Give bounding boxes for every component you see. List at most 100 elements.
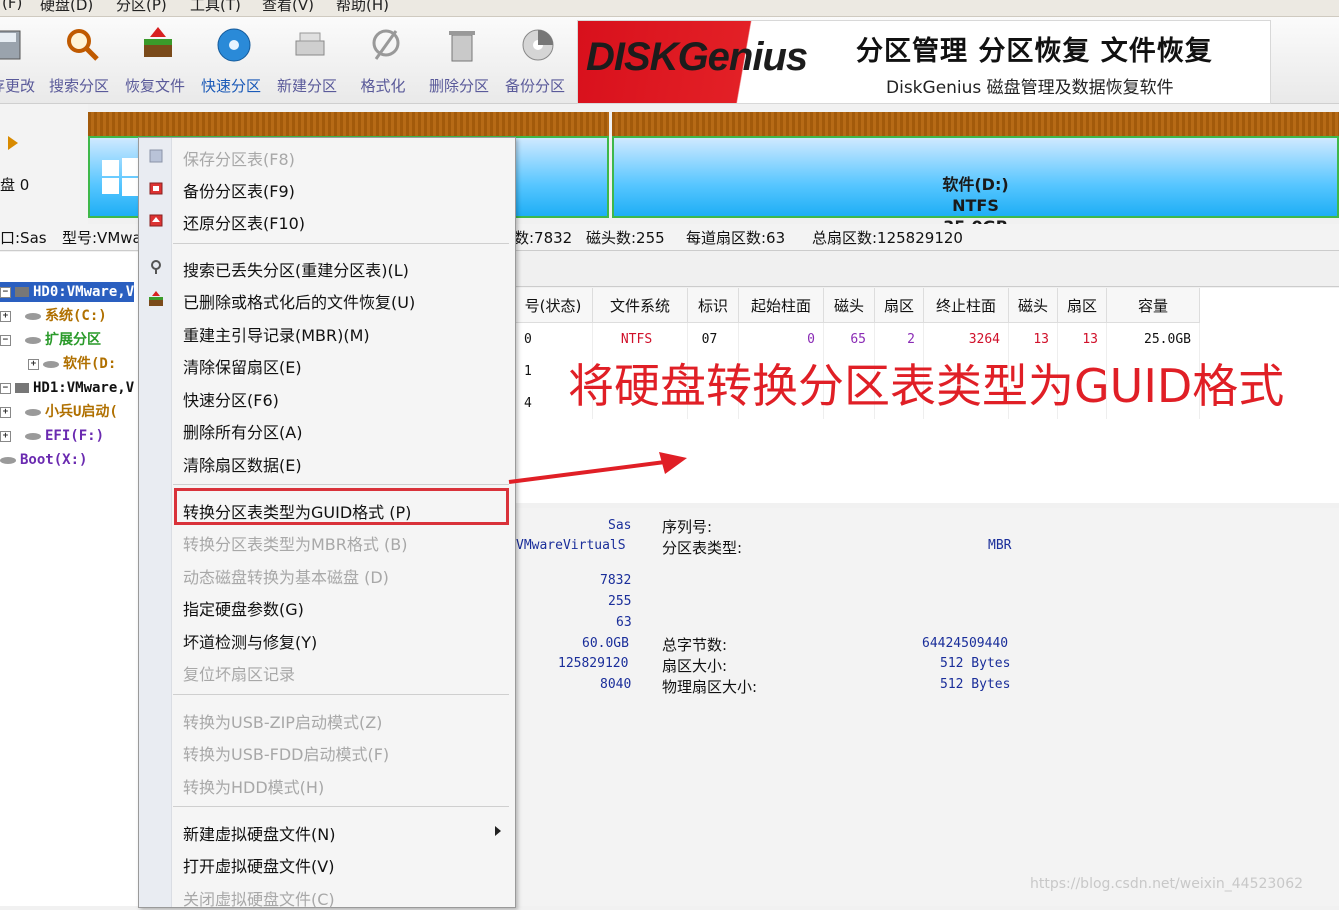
- menu-separator: [173, 694, 509, 695]
- menu-item-new-virtual-disk[interactable]: 新建虚拟硬盘文件(N): [183, 821, 335, 845]
- menu-item-specify-disk-params[interactable]: 指定硬盘参数(G): [183, 596, 304, 620]
- menu-item-rebuild-mbr[interactable]: 重建主引导记录(MBR)(M): [183, 322, 370, 346]
- menu-item-clear-reserved-sectors[interactable]: 清除保留扇区(E): [183, 354, 302, 378]
- save-changes-button[interactable]: 保存更改: [0, 17, 40, 103]
- expand-icon[interactable]: +: [28, 358, 39, 370]
- menu-item-reset-bad-sectors[interactable]: 复位坏扇区记录: [183, 661, 295, 685]
- tree-item-label: EFI(F:): [45, 428, 105, 444]
- tree-item-label: Boot(X:): [20, 452, 88, 468]
- menu-file[interactable]: (F): [2, 0, 22, 12]
- partition-icon: [0, 456, 16, 464]
- col-header[interactable]: 文件系统: [592, 288, 688, 323]
- tree-item-xiaobing[interactable]: + 小兵U启动(: [0, 402, 118, 422]
- tree-item-label: 小兵U启动(: [45, 404, 118, 420]
- menu-item-usb-fdd-mode[interactable]: 转换为USB-FDD启动模式(F): [183, 741, 389, 765]
- tab-strip: [514, 260, 1339, 287]
- cylinders-value: 7832: [600, 573, 632, 588]
- expand-icon[interactable]: +: [0, 406, 11, 418]
- menu-tools[interactable]: 工具(T): [190, 0, 241, 15]
- menu-item-bad-sector-check[interactable]: 坏道检测与修复(Y): [183, 629, 317, 653]
- new-partition-button[interactable]: 新建分区: [272, 17, 342, 103]
- col-header[interactable]: 标识: [687, 288, 739, 323]
- tree-item-extended[interactable]: − 扩展分区: [0, 330, 101, 350]
- menu-disk[interactable]: 硬盘(D): [40, 0, 93, 15]
- menu-item-quick-partition[interactable]: 快速分区(F6): [183, 387, 279, 411]
- backup-partition-button[interactable]: 备份分区: [500, 17, 570, 103]
- menu-item-dynamic-to-basic[interactable]: 动态磁盘转换为基本磁盘 (D): [183, 564, 389, 588]
- collapse-icon[interactable]: −: [0, 286, 11, 298]
- col-header[interactable]: 号(状态): [514, 288, 593, 323]
- menu-item-recover-deleted-files[interactable]: 已删除或格式化后的文件恢复(U): [183, 289, 415, 313]
- search-partition-label: 搜索分区: [48, 77, 109, 95]
- new-partition-icon: [295, 32, 325, 56]
- menu-item-hdd-mode[interactable]: 转换为HDD模式(H): [183, 774, 324, 798]
- collapse-icon[interactable]: −: [0, 334, 11, 346]
- menu-item-open-virtual-disk[interactable]: 打开虚拟硬盘文件(V): [183, 853, 334, 877]
- format-label: 格式化: [360, 77, 406, 95]
- menu-item-close-virtual-disk[interactable]: 关闭虚拟硬盘文件(C): [183, 886, 335, 910]
- heads-value: 255: [608, 594, 632, 609]
- physical-sector-size-label: 物理扇区大小:: [662, 678, 758, 696]
- col-header[interactable]: 磁头: [823, 288, 875, 323]
- menu-item-save-table[interactable]: 保存分区表(F8): [183, 146, 295, 170]
- format-button[interactable]: 格式化: [348, 17, 418, 103]
- new-partition-label: 新建分区: [276, 77, 337, 95]
- quick-partition-icon: [217, 28, 251, 62]
- sector-size-value: 512 Bytes: [940, 656, 1011, 671]
- menu-help[interactable]: 帮助(H): [336, 0, 389, 15]
- col-header[interactable]: 起始柱面: [738, 288, 824, 323]
- sectors-per-track-info: 每道扇区数:63: [686, 229, 786, 247]
- sector-size-label: 扇区大小:: [662, 657, 728, 675]
- tree-item-label: HD0:VMware,V: [33, 284, 135, 300]
- partition-d-name: 软件(D:): [942, 175, 1009, 194]
- tree-item-efi-f[interactable]: + EFI(F:): [0, 426, 104, 446]
- col-header[interactable]: 容量: [1106, 288, 1200, 323]
- diskgenius-banner: DISKGenius 分区管理 分区恢复 文件恢复 DiskGenius 磁盘管…: [577, 20, 1271, 104]
- menu-item-restore-table[interactable]: 还原分区表(F10): [183, 210, 305, 234]
- banner-subtitle: DiskGenius 磁盘管理及数据恢复软件: [886, 78, 1174, 98]
- restore-table-icon: [149, 214, 163, 227]
- partition-icon: [25, 336, 41, 344]
- expand-icon[interactable]: +: [0, 310, 11, 322]
- menu-item-delete-all-partitions[interactable]: 删除所有分区(A): [183, 419, 302, 443]
- menu-item-backup-table[interactable]: 备份分区表(F9): [183, 178, 295, 202]
- save-icon: [0, 30, 21, 60]
- disk-details-panel: Sas VMwareVirtualS 序列号: 分区表类型: MBR 7832 …: [514, 508, 1339, 906]
- delete-partition-label: 删除分区: [428, 77, 489, 95]
- tree-item-hd1[interactable]: − HD1:VMware,V: [0, 378, 134, 398]
- col-header[interactable]: 磁头: [1008, 288, 1058, 323]
- menu-item-usb-zip-mode[interactable]: 转换为USB-ZIP启动模式(Z): [183, 709, 382, 733]
- menu-item-search-lost-partitions[interactable]: 搜索已丢失分区(重建分区表)(L): [183, 257, 409, 281]
- menu-separator: [173, 484, 509, 485]
- tree-item-hd0[interactable]: − HD0:VMware,V: [0, 282, 135, 302]
- menu-partition[interactable]: 分区(P): [116, 0, 167, 15]
- delete-partition-button[interactable]: 删除分区: [424, 17, 494, 103]
- cylinders-info: 数:7832: [514, 229, 573, 247]
- menu-item-convert-to-mbr[interactable]: 转换分区表类型为MBR格式 (B): [183, 531, 407, 555]
- physical-sector-size-value: 512 Bytes: [940, 677, 1011, 692]
- quick-partition-button[interactable]: 快速分区: [196, 17, 266, 103]
- search-partition-button[interactable]: 搜索分区: [44, 17, 114, 103]
- partition-segment-d[interactable]: 软件(D:) NTFS 35.0GB: [612, 136, 1339, 236]
- menu-view[interactable]: 查看(V): [262, 0, 314, 15]
- expand-icon[interactable]: +: [0, 430, 11, 442]
- tree-item-label: 扩展分区: [45, 332, 101, 348]
- partition-icon: [25, 312, 41, 320]
- col-header[interactable]: 扇区: [874, 288, 924, 323]
- disk-icon: [15, 383, 29, 393]
- tree-item-label: 系统(C:): [45, 308, 107, 324]
- tree-item-system-c[interactable]: + 系统(C:): [0, 306, 107, 326]
- menu-item-clear-sector-data[interactable]: 清除扇区数据(E): [183, 452, 302, 476]
- col-header[interactable]: 扇区: [1057, 288, 1107, 323]
- highlight-box: [174, 488, 509, 525]
- collapse-icon[interactable]: −: [0, 382, 11, 394]
- menu-separator: [173, 806, 509, 807]
- partition-segment-header: [88, 112, 609, 136]
- partition-segment-header: [612, 112, 1339, 136]
- col-header[interactable]: 终止柱面: [923, 288, 1009, 323]
- tree-item-software-d[interactable]: + 软件(D:: [28, 354, 116, 374]
- tree-item-boot-x[interactable]: Boot(X:): [0, 450, 87, 470]
- arrow-right-icon[interactable]: [6, 134, 20, 152]
- recover-files-button[interactable]: 恢复文件: [120, 17, 190, 103]
- partition-table-type-value: MBR: [988, 538, 1012, 553]
